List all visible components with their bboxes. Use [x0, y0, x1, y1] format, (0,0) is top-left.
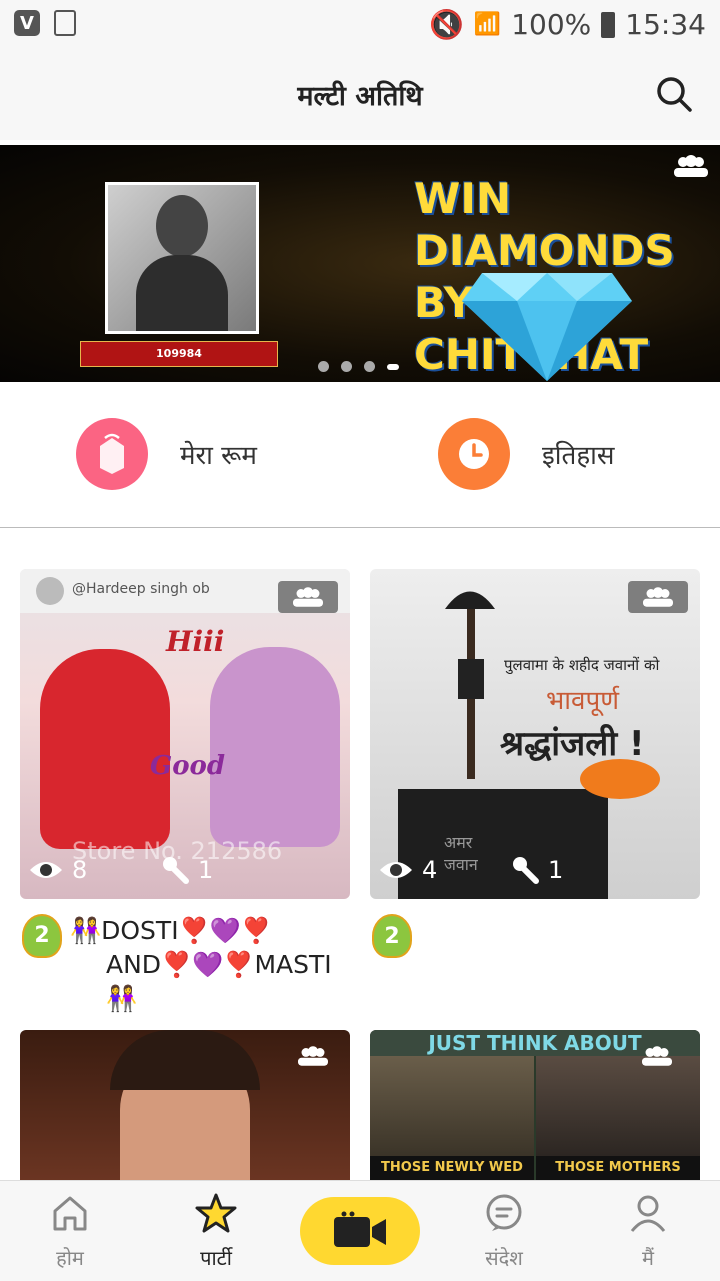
- go-live-button[interactable]: [300, 1197, 420, 1265]
- room-stats: 8 1: [28, 855, 213, 885]
- poster-caption: Hiii: [166, 625, 225, 658]
- diamond-icon: [462, 273, 632, 381]
- viewer-count: 8: [72, 856, 88, 884]
- poster-text: पुलवामा के शहीद जवानों को: [504, 656, 660, 674]
- group-icon: [674, 155, 708, 177]
- group-icon: [628, 581, 688, 613]
- banner-pagination: [318, 361, 399, 372]
- my-room-button[interactable]: मेरा रूम: [76, 418, 257, 490]
- helmet-rifle-graphic: [445, 591, 495, 779]
- history-label: इतिहास: [542, 441, 615, 471]
- room-title-line: 👭DOSTI❣️💜❣️: [70, 916, 272, 945]
- mute-icon: 🔇: [428, 8, 464, 41]
- tab-home[interactable]: होम: [20, 1193, 120, 1271]
- status-bar: V 🔇 📶 100% 15:34: [0, 0, 720, 50]
- mic-icon: [513, 857, 539, 884]
- chat-icon: [486, 1194, 522, 1231]
- pagination-dot[interactable]: [364, 361, 375, 372]
- battery-icon: [601, 11, 616, 38]
- profile-icon: [630, 1195, 666, 1232]
- bottom-tab-bar: होम पार्टी संदेश मैं: [0, 1180, 720, 1281]
- mic-count: 1: [548, 856, 564, 884]
- poster-caption: THOSE MOTHERS WHO: [536, 1156, 700, 1180]
- room-card[interactable]: पुलवामा के शहीद जवानों को भावपूर्ण श्रद्…: [370, 569, 700, 899]
- doll-red: [40, 649, 170, 849]
- tab-label: मैं: [642, 1246, 654, 1270]
- room-card[interactable]: @Hardeep singh ob Hiii Good Store No. 21…: [20, 569, 350, 899]
- mic-icon: [163, 857, 189, 884]
- tab-party[interactable]: पार्टी: [166, 1193, 266, 1271]
- avatar: [36, 577, 64, 605]
- pagination-dot[interactable]: [341, 361, 352, 372]
- video-camera-icon: [334, 1211, 386, 1247]
- tab-label: होम: [56, 1246, 84, 1270]
- flower-graphic: [580, 759, 660, 799]
- room-card[interactable]: [20, 1030, 350, 1180]
- room-stats: 4 1: [378, 855, 563, 885]
- screenshot-icon: [54, 10, 76, 36]
- tab-label: पार्टी: [200, 1246, 232, 1270]
- my-room-label: मेरा रूम: [180, 441, 257, 471]
- star-icon: [195, 1193, 237, 1233]
- search-icon[interactable]: [656, 76, 692, 112]
- tab-label: संदेश: [485, 1246, 523, 1270]
- pagination-dot[interactable]: [318, 361, 329, 372]
- wifi-icon: 📶: [473, 12, 502, 37]
- poster-text: @Hardeep singh ob: [72, 581, 210, 597]
- group-icon: [278, 581, 338, 613]
- home-icon: [53, 1196, 87, 1231]
- banner-ribbon: 109984: [80, 341, 278, 367]
- poster-caption: THOSE NEWLY WED: [370, 1156, 534, 1180]
- battery-percent: 100%: [511, 8, 592, 41]
- tab-messages[interactable]: संदेश: [454, 1193, 554, 1271]
- app-bar: मल्टी अतिथि: [0, 50, 720, 140]
- level-badge: 2: [372, 914, 412, 958]
- mic-count: 1: [198, 856, 214, 884]
- room-icon: [76, 418, 148, 490]
- clock-time: 15:34: [625, 8, 706, 41]
- room-title-line: AND❣️💜❣️MASTI👭: [106, 950, 332, 1013]
- tab-me[interactable]: मैं: [598, 1193, 698, 1271]
- doll-purple: [210, 647, 340, 847]
- banner-user-photo: [105, 182, 259, 334]
- level-badge: 2: [22, 914, 62, 958]
- room-title[interactable]: 2 👭DOSTI❣️💜❣️ AND❣️💜❣️MASTI👭: [22, 914, 342, 1016]
- poster-caption: Good: [150, 751, 226, 781]
- quick-actions: मेरा रूम इतिहास: [0, 382, 720, 528]
- room-title[interactable]: 2: [372, 914, 412, 958]
- eye-icon: [30, 862, 62, 878]
- viewer-count: 4: [422, 856, 438, 884]
- clock-icon: [438, 418, 510, 490]
- room-card[interactable]: JUST THINK ABOUT THOSE NEWLY WED THOSE M…: [370, 1030, 700, 1180]
- promo-banner[interactable]: 109984 WIN DIAMONDS BY CHITCHAT: [0, 145, 720, 382]
- history-button[interactable]: इतिहास: [438, 418, 614, 490]
- page-title: मल्टी अतिथि: [297, 81, 423, 112]
- app-v-icon: V: [14, 10, 40, 36]
- pagination-dot-active[interactable]: [387, 363, 399, 370]
- group-icon: [298, 1046, 328, 1066]
- poster-caption: भावपूर्ण: [546, 686, 620, 716]
- eye-icon: [380, 862, 412, 878]
- group-icon: [642, 1046, 672, 1066]
